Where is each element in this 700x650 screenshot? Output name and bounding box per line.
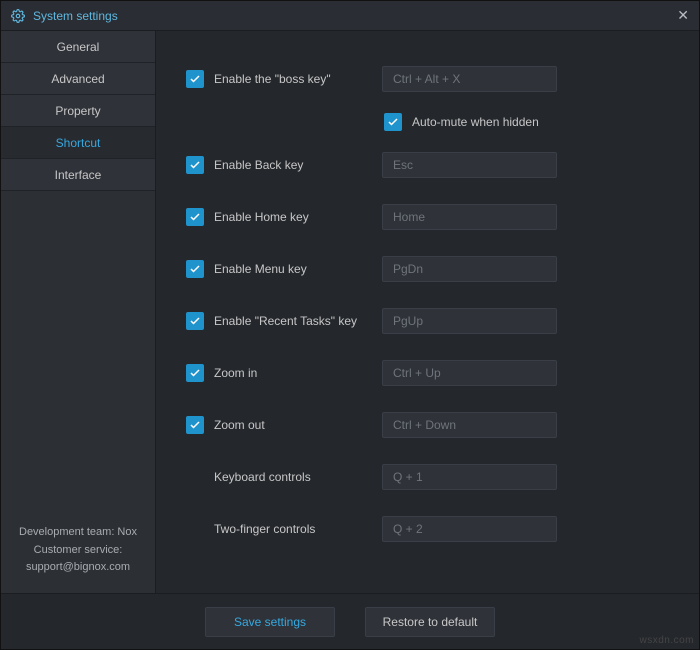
row-menu: Enable Menu key PgDn	[156, 243, 699, 295]
tab-advanced[interactable]: Advanced	[1, 63, 155, 95]
checkbox-home[interactable]	[186, 208, 204, 226]
close-icon[interactable]: ✕	[677, 7, 689, 24]
label-zoomin: Zoom in	[214, 366, 374, 380]
tab-shortcut[interactable]: Shortcut	[1, 127, 155, 159]
checkbox-automute[interactable]	[384, 113, 402, 131]
keyfield-bosskey[interactable]: Ctrl + Alt + X	[382, 66, 557, 92]
tab-interface[interactable]: Interface	[1, 159, 155, 191]
keyfield-zoomout[interactable]: Ctrl + Down	[382, 412, 557, 438]
sidebar-footer: Development team: Nox Customer service: …	[1, 514, 155, 593]
label-zoomout: Zoom out	[214, 418, 374, 432]
keyfield-twofinger[interactable]: Q + 2	[382, 516, 557, 542]
footer-service-email: support@bignox.com	[9, 559, 147, 577]
keyfield-keyboard[interactable]: Q + 1	[382, 464, 557, 490]
window-body: General Advanced Property Shortcut Inter…	[1, 31, 699, 593]
checkbox-recent[interactable]	[186, 312, 204, 330]
footer-bar: Save settings Restore to default	[1, 593, 699, 649]
label-recent: Enable "Recent Tasks" key	[214, 314, 374, 328]
titlebar: System settings ✕	[1, 1, 699, 31]
label-back: Enable Back key	[214, 158, 374, 172]
settings-window: System settings ✕ General Advanced Prope…	[0, 0, 700, 650]
sidebar-tabs: General Advanced Property Shortcut Inter…	[1, 31, 155, 191]
restore-button[interactable]: Restore to default	[365, 607, 495, 637]
label-home: Enable Home key	[214, 210, 374, 224]
row-bosskey: Enable the "boss key" Ctrl + Alt + X	[156, 53, 699, 105]
label-twofinger: Two-finger controls	[214, 522, 374, 536]
tab-property[interactable]: Property	[1, 95, 155, 127]
tab-general[interactable]: General	[1, 31, 155, 63]
checkbox-back[interactable]	[186, 156, 204, 174]
keyfield-menu[interactable]: PgDn	[382, 256, 557, 282]
label-keyboard: Keyboard controls	[214, 470, 374, 484]
row-automute: Auto-mute when hidden	[156, 105, 699, 139]
checkbox-zoomin[interactable]	[186, 364, 204, 382]
sidebar: General Advanced Property Shortcut Inter…	[1, 31, 156, 593]
keyfield-home[interactable]: Home	[382, 204, 557, 230]
label-bosskey: Enable the "boss key"	[214, 72, 374, 86]
gear-icon	[11, 9, 25, 23]
keyfield-recent[interactable]: PgUp	[382, 308, 557, 334]
save-button[interactable]: Save settings	[205, 607, 335, 637]
window-title: System settings	[33, 9, 677, 23]
keyfield-zoomin[interactable]: Ctrl + Up	[382, 360, 557, 386]
checkbox-menu[interactable]	[186, 260, 204, 278]
checkbox-bosskey[interactable]	[186, 70, 204, 88]
row-zoomout: Zoom out Ctrl + Down	[156, 399, 699, 451]
row-zoomin: Zoom in Ctrl + Up	[156, 347, 699, 399]
row-home: Enable Home key Home	[156, 191, 699, 243]
footer-service-label: Customer service:	[9, 542, 147, 560]
row-twofinger: Two-finger controls Q + 2	[156, 503, 699, 555]
watermark: wsxdn.com	[639, 635, 694, 646]
label-automute: Auto-mute when hidden	[412, 115, 539, 129]
label-menu: Enable Menu key	[214, 262, 374, 276]
footer-dev-team: Development team: Nox	[9, 524, 147, 542]
row-back: Enable Back key Esc	[156, 139, 699, 191]
row-keyboard: Keyboard controls Q + 1	[156, 451, 699, 503]
row-recent: Enable "Recent Tasks" key PgUp	[156, 295, 699, 347]
checkbox-zoomout[interactable]	[186, 416, 204, 434]
content-panel: Enable the "boss key" Ctrl + Alt + X Aut…	[156, 31, 699, 593]
keyfield-back[interactable]: Esc	[382, 152, 557, 178]
